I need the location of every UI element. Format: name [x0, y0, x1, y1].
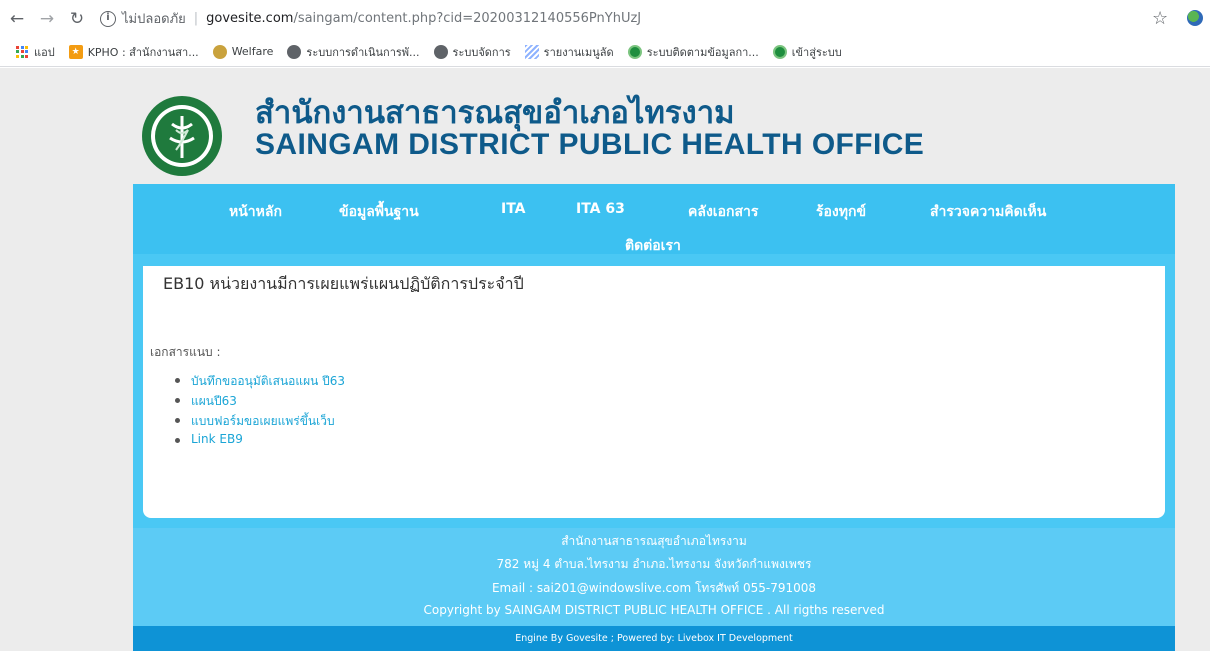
- forward-arrow-icon[interactable]: →: [36, 8, 58, 30]
- nav-item-ita-63[interactable]: ITA 63: [576, 201, 625, 217]
- content-panel: EB10 หน่วยงานมีการเผยแพร่แผนปฏิบัติการปร…: [143, 266, 1165, 518]
- kpho-icon: ★: [68, 44, 83, 59]
- apps-grid-icon: [16, 45, 28, 58]
- report-icon: [524, 44, 539, 59]
- bookmark-star-icon[interactable]: ☆: [1152, 8, 1168, 29]
- browser-toolbar: ← → ↻ i ไม่ปลอดภัย | govesite.com/sainga…: [0, 0, 1210, 37]
- url-text[interactable]: govesite.com/saingam/content.php?cid=202…: [206, 11, 641, 26]
- nav-item-basic-info[interactable]: ข้อมูลพื้นฐาน: [339, 201, 419, 223]
- green-circle-icon: [772, 44, 787, 59]
- bookmark-label: รายงานเมนูลัด: [543, 45, 614, 59]
- content-title: EB10 หน่วยงานมีการเผยแพร่แผนปฏิบัติการปร…: [163, 274, 524, 293]
- address-bar[interactable]: i ไม่ปลอดภัย | govesite.com/saingam/cont…: [100, 5, 641, 33]
- site-footer: สำนักงานสาธารณสุขอำเภอไทรงาม 782 หมู่ 4 …: [133, 528, 1175, 626]
- bookmark-apps[interactable]: แอป: [16, 43, 55, 61]
- bookmark-label: เข้าสู่ระบบ: [791, 45, 842, 59]
- attachment-link[interactable]: แบบฟอร์มขอเผยแพร่ขึ้นเว็บ: [175, 412, 345, 432]
- nav-item-survey[interactable]: สำรวจความคิดเห็น: [930, 201, 1046, 223]
- nav-item-documents[interactable]: คลังเอกสาร: [688, 201, 758, 223]
- bookmark-label: ระบบติดตามข้อมูลกา...: [646, 45, 759, 59]
- content-frame: EB10 หน่วยงานมีการเผยแพร่แผนปฏิบัติการปร…: [133, 254, 1175, 528]
- bookmark-shortcut-report[interactable]: รายงานเมนูลัด: [524, 43, 614, 61]
- site-title-english: SAINGAM DISTRICT PUBLIC HEALTH OFFICE: [255, 128, 925, 161]
- footer-copyright: Copyright by SAINGAM DISTRICT PUBLIC HEA…: [423, 603, 885, 617]
- attachments-label: เอกสารแนบ :: [150, 345, 221, 359]
- bookmark-tracking[interactable]: ระบบติดตามข้อมูลกา...: [627, 43, 759, 61]
- footer-office-name: สำนักงานสาธารณสุขอำเภอไทรงาม: [561, 534, 747, 548]
- bookmark-label: Welfare: [231, 45, 274, 58]
- page-body: สำนักงานสาธารณสุขอำเภอไทรงาม SAINGAM DIS…: [0, 68, 1210, 651]
- engine-credit: Engine By Govesite ; Powered by: Livebox…: [133, 626, 1175, 651]
- bookmark-label: แอป: [34, 45, 55, 59]
- ministry-logo-icon: [142, 96, 222, 176]
- footer-address: 782 หมู่ 4 ตำบล.ไทรงาม อำเภอ.ไทรงาม จังห…: [496, 557, 812, 571]
- nav-item-home[interactable]: หน้าหลัก: [229, 201, 282, 223]
- bookmark-kpho[interactable]: ★ KPHO : สำนักงานสา...: [68, 43, 199, 61]
- bookmark-label: KPHO : สำนักงานสา...: [87, 45, 199, 59]
- bookmark-management[interactable]: ระบบจัดการ: [433, 43, 511, 61]
- nav-item-complaints[interactable]: ร้องทุกข์: [816, 201, 866, 223]
- attachments-list: บันทึกขออนุมัติเสนอแผน ปี63 แผนปี63 แบบฟ…: [175, 372, 345, 452]
- green-circle-icon: [627, 44, 642, 59]
- bookmark-label: ระบบจัดการ: [452, 45, 511, 59]
- globe-icon: [287, 44, 302, 59]
- nav-item-ita[interactable]: ITA: [501, 201, 526, 217]
- bookmark-operations[interactable]: ระบบการดำเนินการพั...: [287, 43, 420, 61]
- extension-icon[interactable]: [1187, 10, 1203, 26]
- back-arrow-icon[interactable]: ←: [6, 8, 28, 30]
- footer-contact: Email : sai201@windowslive.com โทรศัพท์ …: [491, 581, 817, 595]
- globe-icon: [433, 44, 448, 59]
- reload-icon[interactable]: ↻: [66, 8, 88, 30]
- info-icon[interactable]: i: [100, 10, 116, 27]
- bookmark-label: ระบบการดำเนินการพั...: [306, 45, 420, 59]
- attachment-link[interactable]: บันทึกขออนุมัติเสนอแผน ปี63: [175, 372, 345, 392]
- bookmarks-bar: แอป ★ KPHO : สำนักงานสา... Welfare ระบบก…: [0, 37, 1210, 67]
- seal-icon: [212, 44, 227, 59]
- bookmark-login[interactable]: เข้าสู่ระบบ: [772, 43, 842, 61]
- attachment-link[interactable]: Link EB9: [175, 432, 345, 452]
- attachment-link[interactable]: แผนปี63: [175, 392, 345, 412]
- site-header: สำนักงานสาธารณสุขอำเภอไทรงาม SAINGAM DIS…: [132, 84, 1082, 184]
- security-label[interactable]: ไม่ปลอดภัย: [122, 8, 186, 29]
- bookmark-welfare[interactable]: Welfare: [212, 44, 274, 59]
- address-separator: |: [193, 11, 199, 26]
